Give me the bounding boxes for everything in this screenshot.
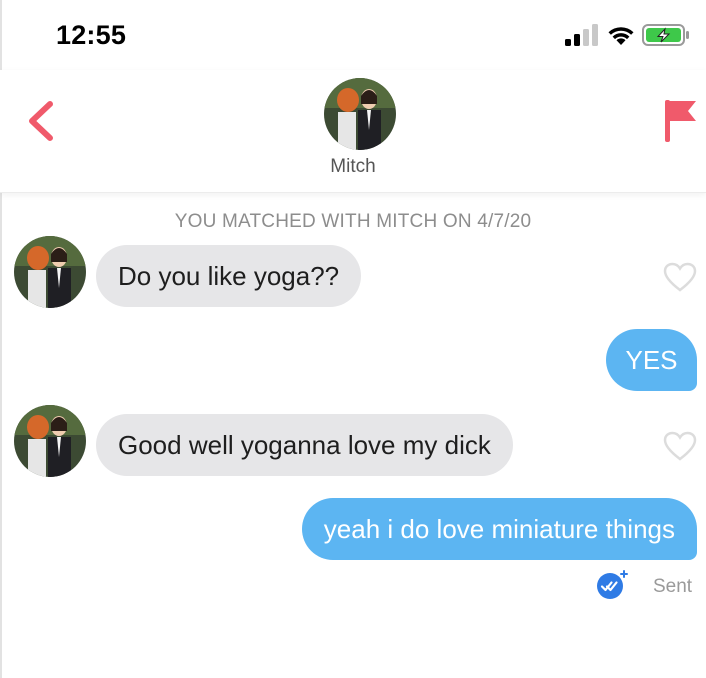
cellular-signal-icon xyxy=(565,24,598,46)
avatar-photo xyxy=(14,405,86,477)
chat-screen: 12:55 Mitch YOU MATCHED WITH MITCH ON 4/… xyxy=(0,0,706,678)
avatar-photo xyxy=(324,78,396,150)
message-bubble-outgoing[interactable]: yeah i do love miniature things xyxy=(301,498,697,560)
wifi-icon xyxy=(608,27,634,45)
message-status: Sent xyxy=(653,576,693,597)
chat-header: Mitch xyxy=(0,70,706,193)
sender-avatar[interactable] xyxy=(14,236,86,308)
message-bubble-incoming[interactable]: Good well yoganna love my dick xyxy=(96,414,513,476)
heart-icon[interactable] xyxy=(663,431,697,461)
match-date-banner: YOU MATCHED WITH MITCH ON 4/7/20 xyxy=(174,211,532,232)
message-bubble-outgoing[interactable]: YES xyxy=(606,329,697,391)
status-time: 12:55 xyxy=(56,20,127,50)
status-bar: 12:55 xyxy=(0,0,706,70)
double-check-icon xyxy=(597,570,628,599)
match-avatar[interactable] xyxy=(324,78,396,150)
heart-icon[interactable] xyxy=(663,262,697,292)
battery-charging-icon xyxy=(642,24,689,46)
flag-icon[interactable] xyxy=(662,98,698,144)
message-bubble-incoming[interactable]: Do you like yoga?? xyxy=(96,245,362,307)
chevron-left-icon[interactable] xyxy=(24,100,58,142)
sender-avatar[interactable] xyxy=(14,405,86,477)
match-name[interactable]: Mitch xyxy=(0,156,706,178)
avatar-photo xyxy=(14,236,86,308)
